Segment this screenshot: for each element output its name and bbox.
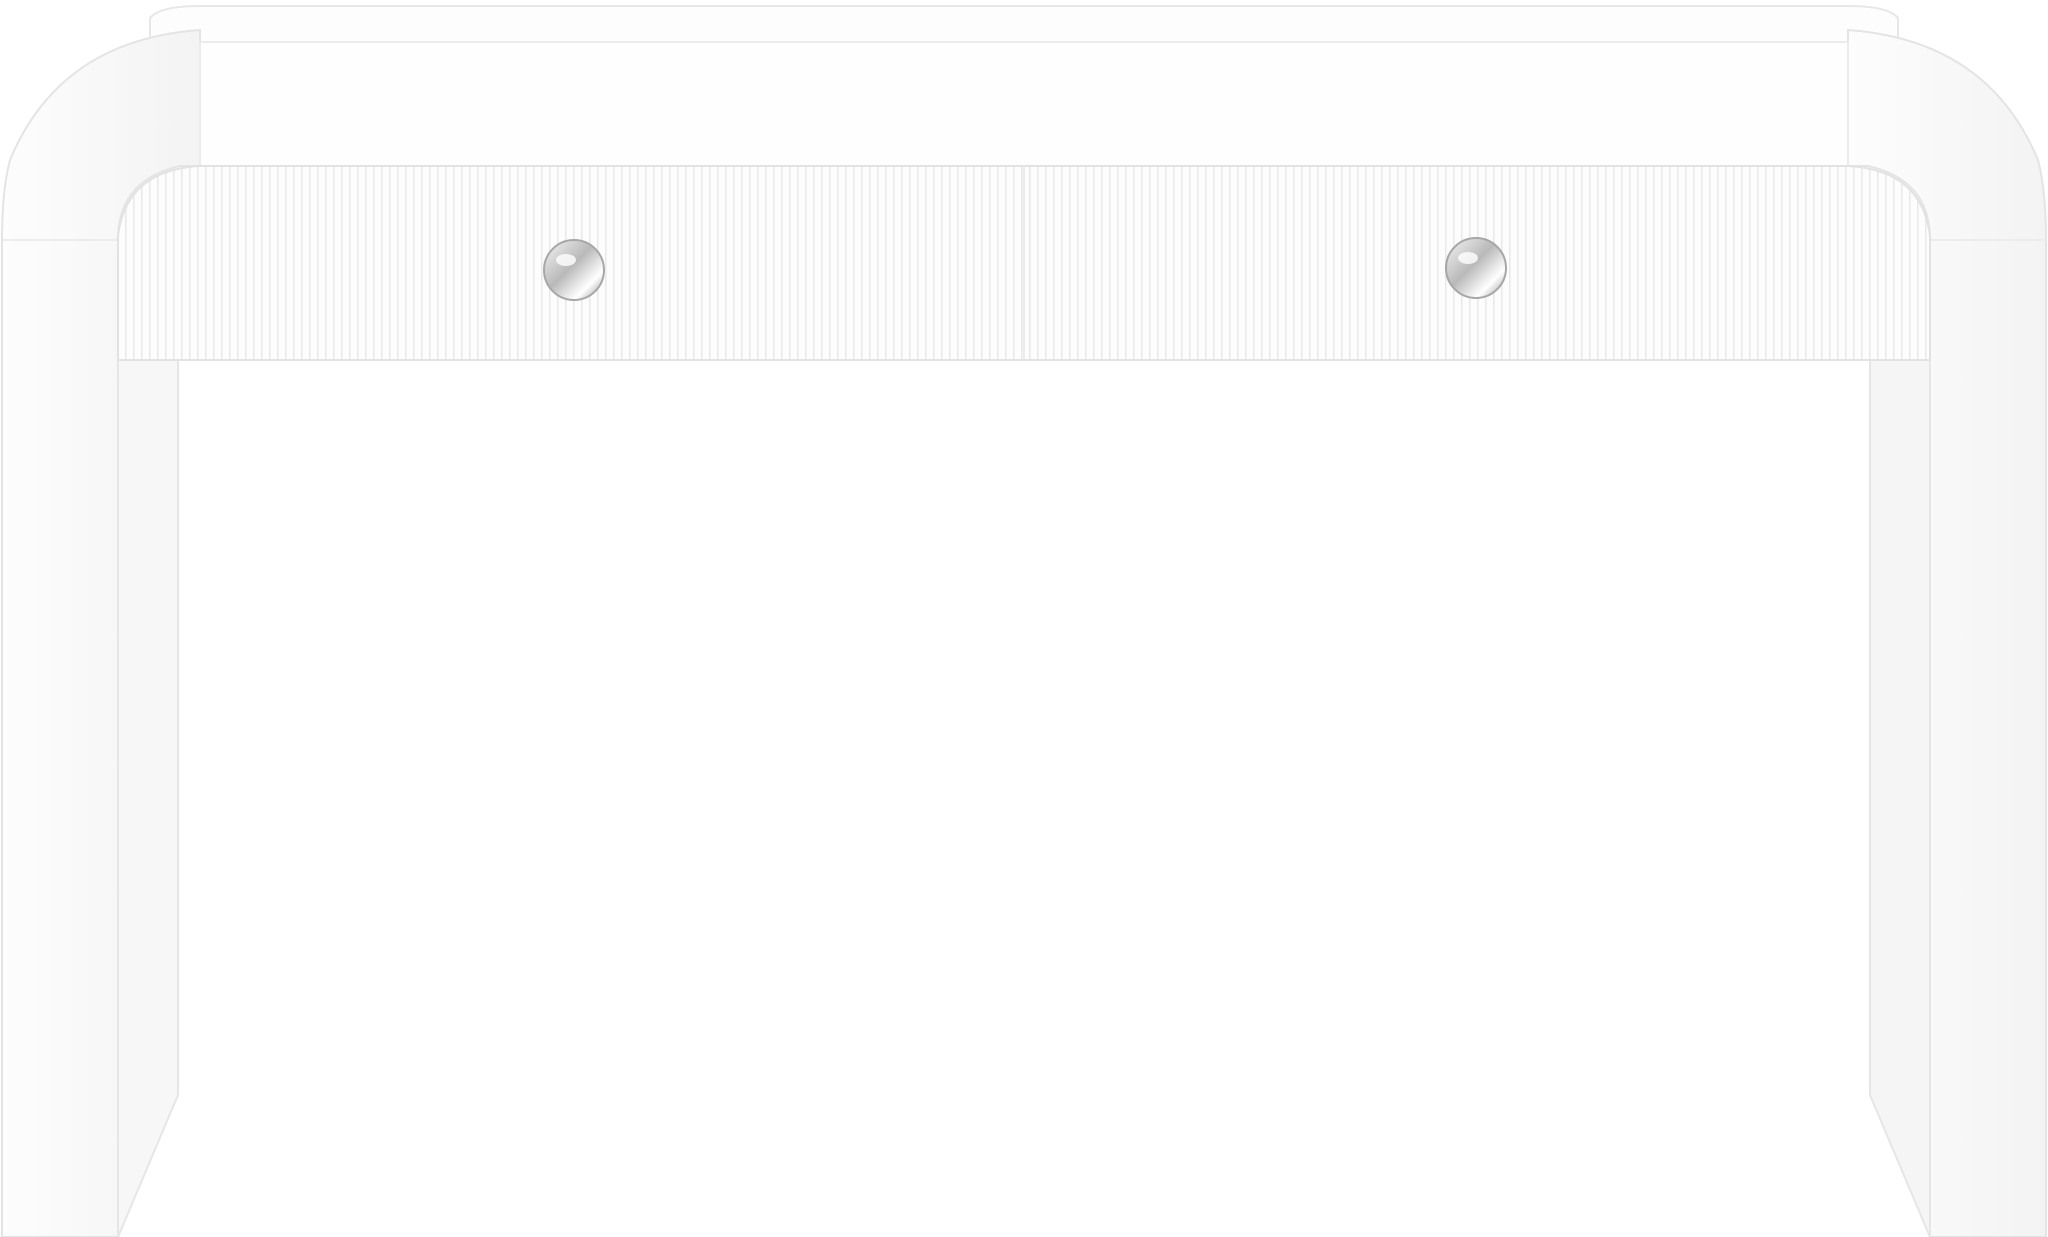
drawer-front (117, 165, 1931, 361)
tabletop (149, 5, 1899, 43)
product-photo-canvas (0, 0, 2048, 1237)
console-table-illustration (1, 5, 2047, 1237)
apron (199, 41, 1849, 167)
drawer-left-knob[interactable] (543, 239, 605, 301)
drawer-right-knob[interactable] (1445, 237, 1507, 299)
